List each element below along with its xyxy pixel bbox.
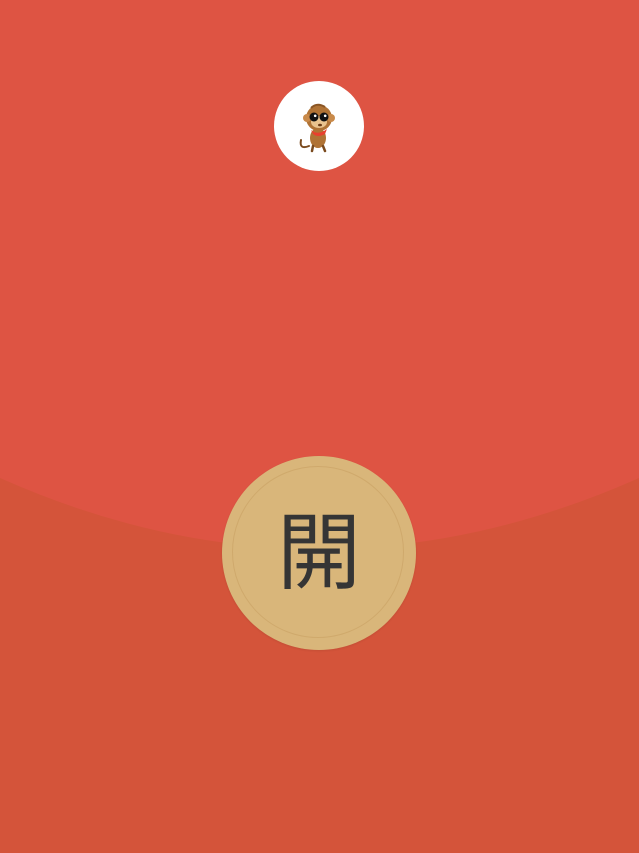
sender-avatar [274, 81, 364, 171]
red-envelope-screen: 開 [0, 0, 639, 853]
open-button-label: 開 [276, 504, 361, 602]
monkey-mascot-icon [299, 103, 335, 153]
open-envelope-button[interactable]: 開 [222, 456, 416, 650]
